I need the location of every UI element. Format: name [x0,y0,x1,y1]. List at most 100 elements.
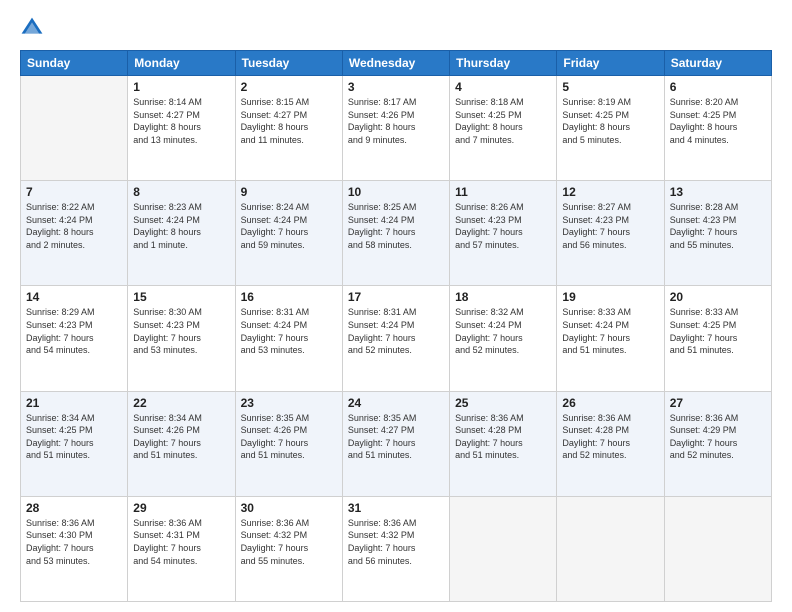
calendar-cell: 30Sunrise: 8:36 AM Sunset: 4:32 PM Dayli… [235,496,342,601]
calendar-cell: 14 Sunrise: 8:29 AM Sunset: 4:23 PM Dayli… [21,286,128,391]
day-number: 28 [26,501,122,515]
calendar-cell: 7Sunrise: 8:22 AM Sunset: 4:24 PM Daylig… [21,181,128,286]
day-info: Sunrise: 8:34 AM Sunset: 4:25 PM Dayligh… [26,412,122,462]
calendar-cell: 18 Sunrise: 8:32 AM Sunset: 4:24 PM Dayli… [450,286,557,391]
day-number: 18 [455,290,551,304]
day-info: Sunrise: 8:29 AM Sunset: 4:23 PM Dayligh… [26,306,122,356]
calendar-cell: 25 Sunrise: 8:36 AM Sunset: 4:28 PM Dayli… [450,391,557,496]
weekday-header-tuesday: Tuesday [235,51,342,76]
day-info: Sunrise: 8:18 AM Sunset: 4:25 PM Dayligh… [455,96,551,146]
day-number: 16 [241,290,337,304]
day-info: Sunrise: 8:15 AM Sunset: 4:27 PM Dayligh… [241,96,337,146]
calendar-week-5: 28 Sunrise: 8:36 AM Sunset: 4:30 PM Dayli… [21,496,772,601]
calendar-table: SundayMondayTuesdayWednesdayThursdayFrid… [20,50,772,602]
day-number: 21 [26,396,122,410]
day-info: Sunrise: 8:31 AM Sunset: 4:24 PM Dayligh… [348,306,444,356]
logo [20,16,48,40]
weekday-header-friday: Friday [557,51,664,76]
day-number: 24 [348,396,444,410]
calendar-cell: 15 Sunrise: 8:30 AM Sunset: 4:23 PM Dayli… [128,286,235,391]
day-number: 5 [562,80,658,94]
day-number: 17 [348,290,444,304]
day-number: 2 [241,80,337,94]
day-info: Sunrise: 8:19 AM Sunset: 4:25 PM Dayligh… [562,96,658,146]
day-info: Sunrise: 8:32 AM Sunset: 4:24 PM Dayligh… [455,306,551,356]
day-info: Sunrise: 8:17 AM Sunset: 4:26 PM Dayligh… [348,96,444,146]
day-number: 9 [241,185,337,199]
day-number: 15 [133,290,229,304]
day-info: Sunrise: 8:36 AM Sunset: 4:32 PM Dayligh… [348,517,444,567]
calendar-week-2: 7Sunrise: 8:22 AM Sunset: 4:24 PM Daylig… [21,181,772,286]
calendar-cell: 20 Sunrise: 8:33 AM Sunset: 4:25 PM Dayli… [664,286,771,391]
day-number: 23 [241,396,337,410]
day-info: Sunrise: 8:31 AM Sunset: 4:24 PM Dayligh… [241,306,337,356]
day-number: 14 [26,290,122,304]
weekday-header-wednesday: Wednesday [342,51,449,76]
calendar-cell: 17 Sunrise: 8:31 AM Sunset: 4:24 PM Dayli… [342,286,449,391]
day-info: Sunrise: 8:24 AM Sunset: 4:24 PM Dayligh… [241,201,337,251]
day-number: 12 [562,185,658,199]
day-info: Sunrise: 8:36 AM Sunset: 4:28 PM Dayligh… [455,412,551,462]
calendar-cell: 4Sunrise: 8:18 AM Sunset: 4:25 PM Daylig… [450,76,557,181]
calendar-cell: 11 Sunrise: 8:26 AM Sunset: 4:23 PM Dayli… [450,181,557,286]
day-info: Sunrise: 8:26 AM Sunset: 4:23 PM Dayligh… [455,201,551,251]
day-number: 11 [455,185,551,199]
day-info: Sunrise: 8:25 AM Sunset: 4:24 PM Dayligh… [348,201,444,251]
day-info: Sunrise: 8:22 AM Sunset: 4:24 PM Dayligh… [26,201,122,251]
calendar-cell: 10Sunrise: 8:25 AM Sunset: 4:24 PM Dayli… [342,181,449,286]
calendar-cell [21,76,128,181]
calendar-cell: 16 Sunrise: 8:31 AM Sunset: 4:24 PM Dayli… [235,286,342,391]
day-number: 22 [133,396,229,410]
day-number: 25 [455,396,551,410]
weekday-header-row: SundayMondayTuesdayWednesdayThursdayFrid… [21,51,772,76]
logo-icon [20,16,44,40]
calendar-cell [664,496,771,601]
day-info: Sunrise: 8:33 AM Sunset: 4:25 PM Dayligh… [670,306,766,356]
day-number: 20 [670,290,766,304]
weekday-header-saturday: Saturday [664,51,771,76]
day-info: Sunrise: 8:14 AM Sunset: 4:27 PM Dayligh… [133,96,229,146]
calendar-cell: 21 Sunrise: 8:34 AM Sunset: 4:25 PM Dayli… [21,391,128,496]
calendar-cell: 26 Sunrise: 8:36 AM Sunset: 4:28 PM Dayli… [557,391,664,496]
calendar-cell: 27 Sunrise: 8:36 AM Sunset: 4:29 PM Dayli… [664,391,771,496]
header [20,16,772,40]
day-info: Sunrise: 8:36 AM Sunset: 4:28 PM Dayligh… [562,412,658,462]
weekday-header-thursday: Thursday [450,51,557,76]
calendar-cell: 24 Sunrise: 8:35 AM Sunset: 4:27 PM Dayli… [342,391,449,496]
day-number: 27 [670,396,766,410]
calendar-cell: 12Sunrise: 8:27 AM Sunset: 4:23 PM Dayli… [557,181,664,286]
page: SundayMondayTuesdayWednesdayThursdayFrid… [0,0,792,612]
day-info: Sunrise: 8:28 AM Sunset: 4:23 PM Dayligh… [670,201,766,251]
day-number: 6 [670,80,766,94]
day-info: Sunrise: 8:35 AM Sunset: 4:27 PM Dayligh… [348,412,444,462]
day-info: Sunrise: 8:36 AM Sunset: 4:31 PM Dayligh… [133,517,229,567]
day-number: 30 [241,501,337,515]
calendar-week-4: 21 Sunrise: 8:34 AM Sunset: 4:25 PM Dayli… [21,391,772,496]
calendar-cell: 5 Sunrise: 8:19 AM Sunset: 4:25 PM Daylig… [557,76,664,181]
day-number: 26 [562,396,658,410]
day-info: Sunrise: 8:36 AM Sunset: 4:30 PM Dayligh… [26,517,122,567]
day-number: 29 [133,501,229,515]
calendar-cell: 19 Sunrise: 8:33 AM Sunset: 4:24 PM Dayli… [557,286,664,391]
day-number: 1 [133,80,229,94]
day-number: 19 [562,290,658,304]
calendar-cell: 2 Sunrise: 8:15 AM Sunset: 4:27 PM Daylig… [235,76,342,181]
day-info: Sunrise: 8:34 AM Sunset: 4:26 PM Dayligh… [133,412,229,462]
weekday-header-monday: Monday [128,51,235,76]
calendar-cell: 9 Sunrise: 8:24 AM Sunset: 4:24 PM Daylig… [235,181,342,286]
calendar-cell: 13Sunrise: 8:28 AM Sunset: 4:23 PM Dayli… [664,181,771,286]
calendar-cell: 8Sunrise: 8:23 AM Sunset: 4:24 PM Daylig… [128,181,235,286]
day-number: 31 [348,501,444,515]
day-info: Sunrise: 8:33 AM Sunset: 4:24 PM Dayligh… [562,306,658,356]
weekday-header-sunday: Sunday [21,51,128,76]
calendar-week-1: 1 Sunrise: 8:14 AM Sunset: 4:27 PM Daylig… [21,76,772,181]
calendar-cell: 23Sunrise: 8:35 AM Sunset: 4:26 PM Dayli… [235,391,342,496]
calendar-cell: 29 Sunrise: 8:36 AM Sunset: 4:31 PM Dayli… [128,496,235,601]
day-number: 8 [133,185,229,199]
day-info: Sunrise: 8:36 AM Sunset: 4:29 PM Dayligh… [670,412,766,462]
calendar-cell [450,496,557,601]
day-info: Sunrise: 8:30 AM Sunset: 4:23 PM Dayligh… [133,306,229,356]
calendar-cell: 31 Sunrise: 8:36 AM Sunset: 4:32 PM Dayli… [342,496,449,601]
calendar-cell: 6Sunrise: 8:20 AM Sunset: 4:25 PM Daylig… [664,76,771,181]
calendar-cell [557,496,664,601]
